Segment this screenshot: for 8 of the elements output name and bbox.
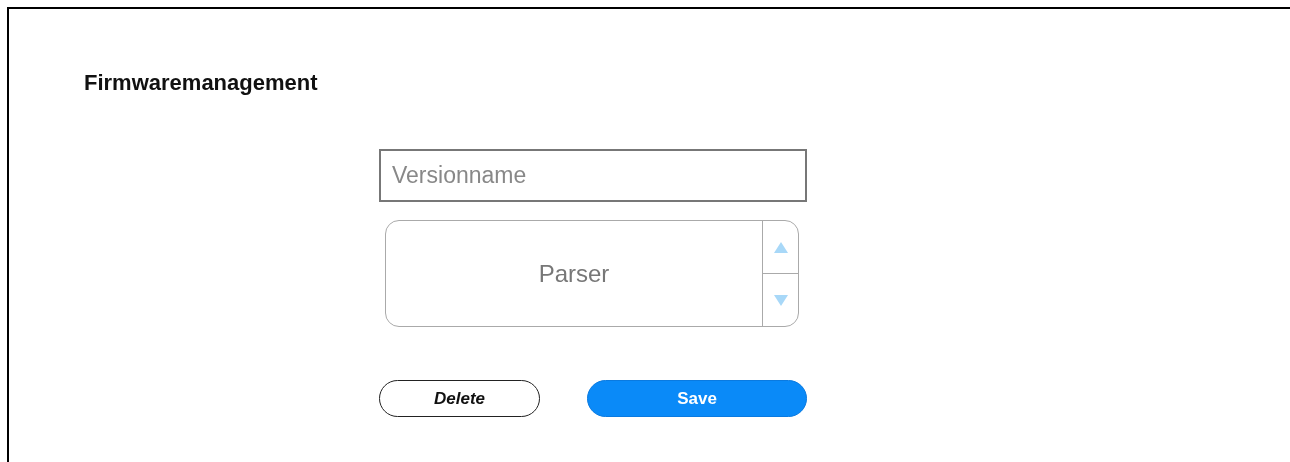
save-button[interactable]: Save bbox=[587, 380, 807, 417]
parser-spinner[interactable]: Parser bbox=[385, 220, 799, 327]
version-name-field[interactable]: Versionname bbox=[379, 149, 807, 202]
spinner-value: Parser bbox=[538, 259, 610, 288]
up-arrow-icon[interactable] bbox=[773, 241, 788, 253]
page-title: Firmwaremanagement bbox=[83, 69, 319, 96]
delete-button[interactable]: Delete bbox=[379, 380, 540, 417]
down-arrow-icon[interactable] bbox=[773, 294, 788, 306]
